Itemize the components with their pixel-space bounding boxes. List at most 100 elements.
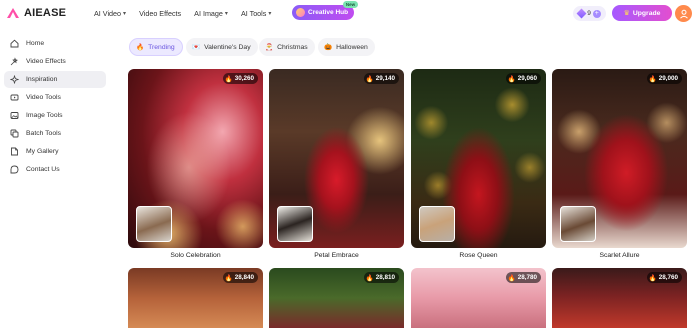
sidebar-item-batch-tools[interactable]: Batch Tools	[4, 125, 106, 142]
card-title: Scarlet Allure	[599, 252, 640, 259]
template-card-solo-celebration[interactable]: 🔥 30,260 Solo Celebration	[128, 69, 263, 259]
santa-icon: 🎅	[265, 44, 274, 51]
card-title: Petal Embrace	[314, 252, 359, 259]
flame-icon: 🔥	[365, 274, 374, 282]
brand-name: AIEASE	[24, 7, 67, 19]
card-image[interactable]: 🔥 30,260	[128, 69, 263, 248]
category-valentines-day[interactable]: 💌 Valentine's Day	[186, 38, 258, 56]
card-image[interactable]: 🔥 29,140	[269, 69, 404, 248]
popularity-count: 29,140	[375, 75, 395, 82]
popularity-badge: 🔥 30,260	[222, 73, 258, 84]
inspiration-icon	[10, 75, 19, 84]
template-card-rose-queen[interactable]: 🔥 29,060 Rose Queen	[411, 69, 546, 259]
nav-video-effects-label: Video Effects	[139, 9, 182, 18]
sidebar-item-image-tools[interactable]: Image Tools	[4, 107, 106, 124]
popularity-badge: 🔥 28,840	[222, 272, 258, 283]
creative-hub-label: Creative Hub	[308, 9, 349, 16]
card-image[interactable]: 🔥 29,060	[411, 69, 546, 248]
upgrade-button[interactable]: ♛ Upgrade	[612, 5, 672, 21]
nav-ai-image-label: AI Image	[194, 9, 223, 18]
category-label: Christmas	[277, 43, 308, 51]
popularity-count: 28,780	[517, 274, 537, 281]
pumpkin-icon: 🎃	[324, 44, 333, 51]
popularity-count: 28,810	[375, 274, 395, 281]
crown-icon: ♛	[623, 10, 630, 17]
category-label: Halloween	[336, 43, 368, 51]
credits-count: 9	[587, 10, 591, 17]
popularity-count: 30,260	[234, 75, 254, 82]
sidebar-item-label: Video Tools	[26, 94, 61, 101]
top-header: AIEASE AI Video ▾ Video Effects AI Image…	[0, 0, 700, 27]
flame-icon: 🔥	[365, 75, 374, 83]
credits-diamond-icon	[576, 8, 587, 19]
card-image[interactable]: 🔥 29,000	[552, 69, 687, 248]
chevron-down-icon: ▾	[268, 11, 272, 17]
gallery-icon	[10, 147, 19, 156]
sidebar-item-label: Contact Us	[26, 166, 60, 173]
sidebar-item-label: My Gallery	[26, 148, 59, 155]
nav-ai-image[interactable]: AI Image ▾	[194, 9, 228, 18]
video-effects-icon	[10, 57, 19, 66]
flame-icon: 🔥	[507, 274, 516, 282]
sidebar: Home Video Effects Inspiration Video Too…	[0, 27, 112, 318]
popularity-badge: 🔥 28,780	[505, 272, 541, 283]
creative-hub-icon	[296, 8, 305, 17]
sidebar-item-contact-us[interactable]: Contact Us	[4, 161, 106, 178]
category-trending[interactable]: 🔥 Trending	[129, 38, 183, 56]
sidebar-item-home[interactable]: Home	[4, 35, 106, 52]
popularity-badge: 🔥 28,760	[646, 272, 682, 283]
nav-ai-video-label: AI Video	[94, 9, 122, 18]
new-badge: New	[342, 1, 359, 8]
credits-pill[interactable]: 9 +	[573, 6, 606, 21]
reference-thumbnail	[277, 206, 313, 242]
template-card[interactable]: 🔥 28,810	[269, 268, 404, 328]
nav-video-effects[interactable]: Video Effects	[139, 9, 181, 18]
sidebar-item-video-effects[interactable]: Video Effects	[4, 53, 106, 70]
category-halloween[interactable]: 🎃 Halloween	[318, 38, 375, 56]
card-title: Rose Queen	[459, 252, 498, 259]
fire-icon: 🔥	[136, 44, 145, 51]
popularity-count: 29,060	[517, 75, 537, 82]
sidebar-item-inspiration[interactable]: Inspiration	[4, 71, 106, 88]
creative-hub-button[interactable]: Creative Hub New	[292, 1, 359, 20]
upgrade-label: Upgrade	[632, 9, 661, 17]
popularity-badge: 🔥 29,000	[646, 73, 682, 84]
sidebar-item-video-tools[interactable]: Video Tools	[4, 89, 106, 106]
avatar[interactable]	[675, 5, 692, 22]
popularity-count: 28,760	[658, 274, 678, 281]
image-tools-icon	[10, 111, 19, 120]
sidebar-item-label: Video Effects	[26, 58, 66, 65]
flame-icon: 🔥	[507, 75, 516, 83]
category-christmas[interactable]: 🎅 Christmas	[259, 38, 315, 56]
popularity-count: 29,000	[658, 75, 678, 82]
chevron-down-icon: ▾	[123, 11, 127, 17]
nav-ai-tools-label: AI Tools	[240, 9, 267, 18]
popularity-count: 28,840	[234, 274, 254, 281]
flame-icon: 🔥	[648, 75, 657, 83]
template-card-scarlet-allure[interactable]: 🔥 29,000 Scarlet Allure	[552, 69, 687, 259]
template-card[interactable]: 🔥 28,760	[552, 268, 687, 328]
nav-ai-video[interactable]: AI Video ▾	[94, 9, 126, 18]
flame-icon: 🔥	[224, 75, 233, 83]
template-card[interactable]: 🔥 28,780	[411, 268, 546, 328]
popularity-badge: 🔥 28,810	[363, 272, 399, 283]
add-credits-icon[interactable]: +	[592, 9, 601, 18]
reference-thumbnail	[560, 206, 596, 242]
love-letter-icon: 💌	[192, 44, 201, 51]
contact-icon	[10, 165, 19, 174]
template-card[interactable]: 🔥 28,840	[128, 268, 263, 328]
batch-tools-icon	[10, 129, 19, 138]
reference-thumbnail	[419, 206, 455, 242]
category-label: Trending	[148, 43, 175, 51]
sidebar-item-my-gallery[interactable]: My Gallery	[4, 143, 106, 160]
chevron-down-icon: ▾	[224, 11, 228, 17]
sidebar-item-label: Home	[26, 40, 45, 47]
video-tools-icon	[10, 93, 19, 102]
sidebar-item-label: Batch Tools	[26, 130, 62, 137]
card-title: Solo Celebration	[170, 252, 221, 259]
user-icon	[679, 9, 688, 19]
nav-ai-tools[interactable]: AI Tools ▾	[241, 9, 271, 18]
template-card-petal-embrace[interactable]: 🔥 29,140 Petal Embrace	[269, 69, 404, 259]
main-nav: AI Video ▾ Video Effects AI Image ▾ AI T…	[94, 0, 284, 27]
brand-logo[interactable]: AIEASE	[6, 7, 66, 19]
